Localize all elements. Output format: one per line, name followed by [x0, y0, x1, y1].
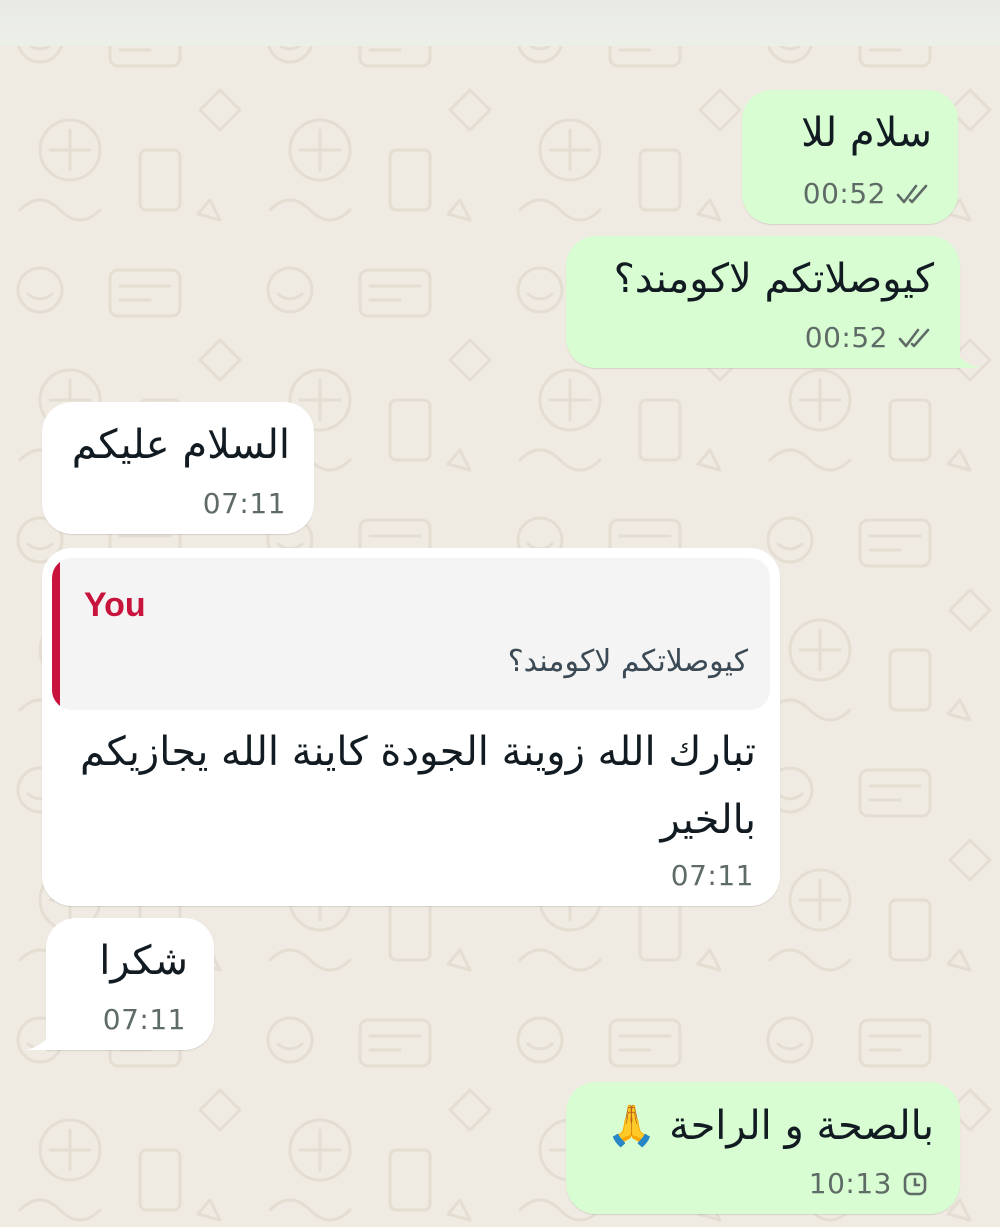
message-time: 00:52: [802, 177, 886, 210]
pending-clock-icon: [903, 1172, 927, 1195]
top-bar: [0, 0, 1000, 46]
bubble-tail: [950, 334, 980, 368]
message-bubble-incoming-reply[interactable]: You كيوصلاتكم لاكومند؟ تبارك الله زوينة …: [42, 548, 780, 906]
message-time: 07:11: [670, 859, 754, 892]
quoted-text: كيوصلاتكم لاكومند؟: [507, 644, 748, 679]
double-check-icon: [896, 184, 928, 203]
message-time: 07:11: [202, 487, 286, 520]
message-time: 10:13: [808, 1167, 892, 1200]
message-bubble-outgoing[interactable]: كيوصلاتكم لاكومند؟ 00:52: [566, 236, 960, 368]
message-time: 07:11: [102, 1003, 186, 1036]
double-check-icon: [898, 328, 930, 347]
message-text: بالصحة و الراحة 🙏: [606, 1103, 934, 1149]
bubble-tail: [26, 1016, 56, 1050]
message-text: كيوصلاتكم لاكومند؟: [613, 256, 934, 302]
message-meta: 07:11: [203, 487, 286, 520]
message-meta: 00:52: [803, 177, 932, 210]
message-bubble-incoming[interactable]: السلام عليكم 07:11: [42, 402, 314, 534]
message-text: تبارك الله زوينة الجودة كاينة الله يجازي…: [80, 729, 756, 843]
message-text: سلام للا: [801, 110, 932, 156]
message-bubble-outgoing[interactable]: سلام للا 00:52: [742, 90, 958, 224]
message-time: 00:52: [804, 321, 888, 354]
message-meta: 07:11: [103, 1003, 186, 1036]
message-text: السلام عليكم: [71, 422, 290, 468]
message-text: شكرا: [99, 938, 188, 984]
quote-accent-bar: [52, 558, 60, 710]
message-bubble-incoming[interactable]: شكرا 07:11: [46, 918, 214, 1050]
quoted-message[interactable]: You كيوصلاتكم لاكومند؟: [52, 558, 770, 710]
message-meta: 00:52: [805, 321, 934, 354]
message-meta: 07:11: [671, 859, 754, 892]
message-bubble-outgoing[interactable]: بالصحة و الراحة 🙏 10:13: [566, 1082, 960, 1214]
message-meta: 10:13: [809, 1167, 928, 1200]
quoted-author: You: [84, 586, 146, 624]
